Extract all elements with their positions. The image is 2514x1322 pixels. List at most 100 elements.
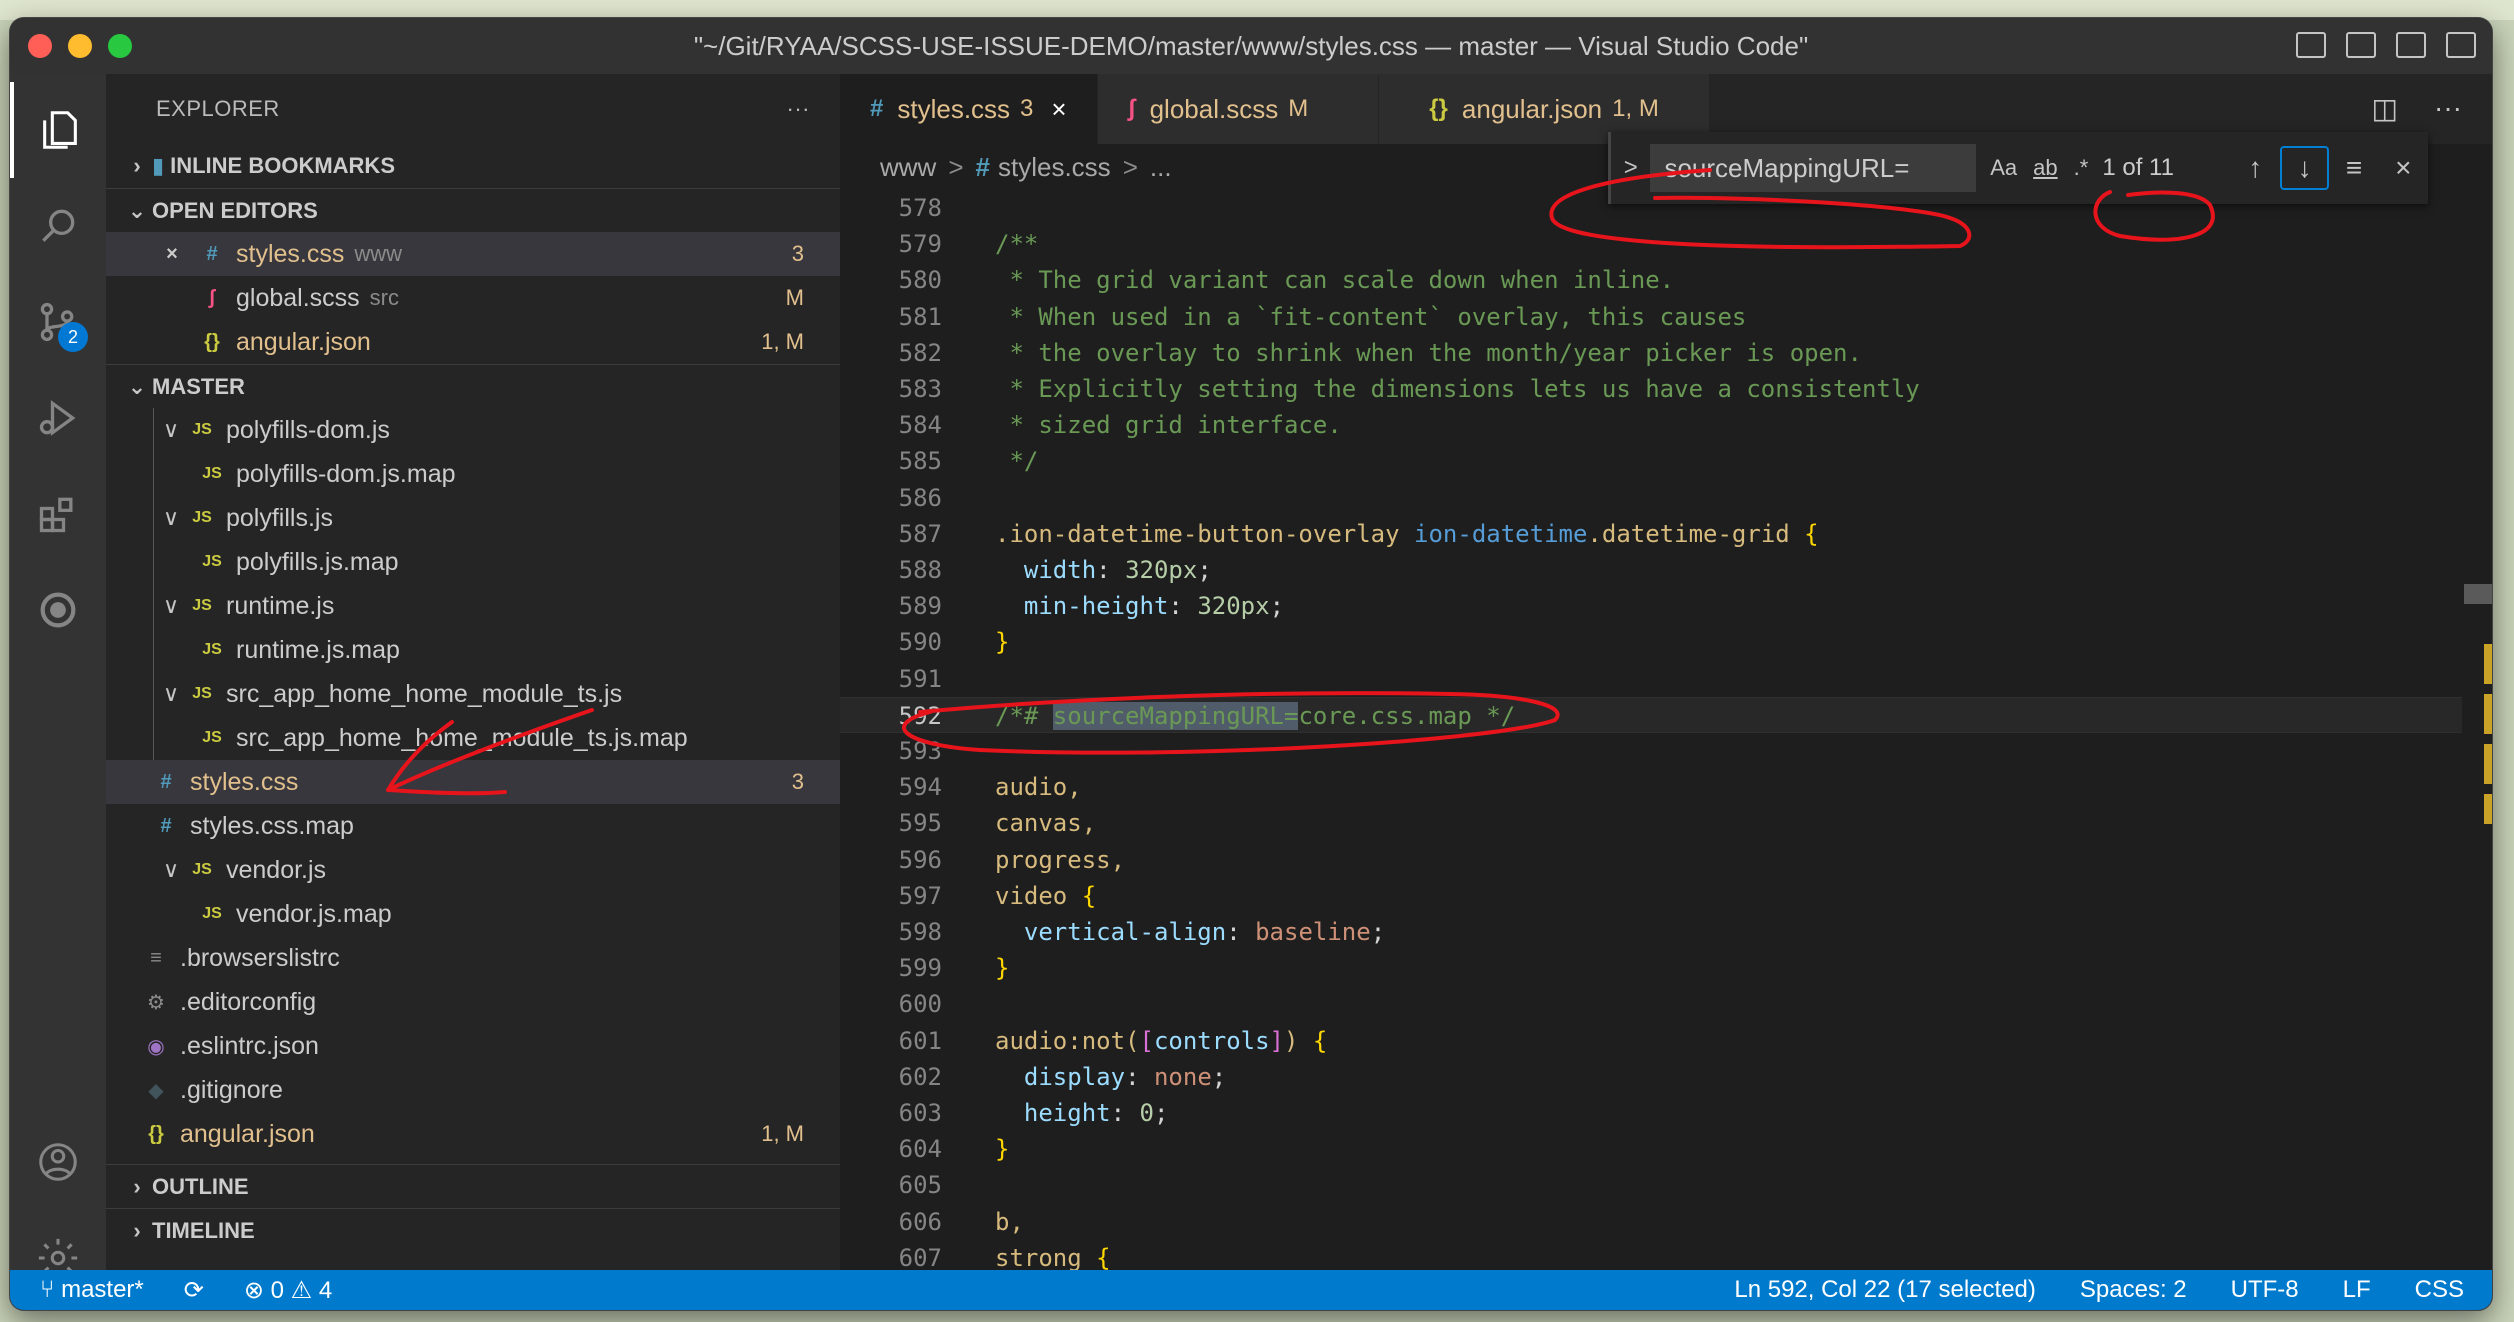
code-line[interactable]: 602 display: none; — [840, 1059, 2462, 1095]
match-case-icon[interactable]: Aa — [1990, 155, 2017, 181]
code-line[interactable]: 588 width: 320px; — [840, 552, 2462, 588]
tree-item-styles-css-map[interactable]: # styles.css.map — [106, 804, 840, 848]
section-outline[interactable]: › OUTLINE — [106, 1164, 840, 1208]
file-encoding[interactable]: UTF-8 — [2231, 1276, 2299, 1304]
code-line[interactable]: 599} — [840, 950, 2462, 986]
indentation[interactable]: Spaces: 2 — [2080, 1276, 2187, 1304]
remote-icon[interactable] — [10, 562, 106, 658]
code-line[interactable]: 586 — [840, 480, 2462, 516]
code-line[interactable]: 607 strong { — [840, 1240, 2462, 1270]
breadcrumb-symbols[interactable]: ... — [1150, 152, 1172, 183]
tree-item-styles-css[interactable]: # styles.css 3 — [106, 760, 840, 804]
tree-item-polyfills-js-map[interactable]: JS polyfills.js.map — [106, 540, 840, 584]
close-find-icon[interactable]: × — [2379, 146, 2428, 190]
tree-item-polyfills-js[interactable]: ∨ JS polyfills.js — [106, 496, 840, 540]
account-icon[interactable] — [10, 1114, 106, 1210]
code-line[interactable]: 603 height: 0; — [840, 1095, 2462, 1131]
tab-styles-css[interactable]: # styles.css 3 × — [840, 74, 1098, 144]
code-line[interactable]: 595 canvas, — [840, 805, 2462, 841]
previous-match-icon[interactable]: ↑ — [2231, 146, 2280, 190]
code-line[interactable]: 585 */ — [840, 443, 2462, 479]
code-line[interactable]: 598 vertical-align: baseline; — [840, 914, 2462, 950]
next-match-icon[interactable]: ↓ — [2279, 146, 2330, 190]
find-input[interactable]: sourceMappingURL= — [1650, 144, 1977, 192]
code-line[interactable]: 606 b, — [840, 1204, 2462, 1240]
tree-item-angular-json[interactable]: {} angular.json 1, M — [106, 1112, 840, 1156]
code-line[interactable]: 601 audio:not([controls]) { — [840, 1023, 2462, 1059]
section-open-editors[interactable]: ⌄ OPEN EDITORS — [106, 188, 840, 232]
tree-item-src-app-home-js-map[interactable]: JS src_app_home_home_module_ts.js.map — [106, 716, 840, 760]
close-icon[interactable]: × — [156, 243, 188, 266]
tree-item-src-app-home-js[interactable]: ∨ JS src_app_home_home_module_ts.js — [106, 672, 840, 716]
close-window-button[interactable] — [28, 34, 52, 58]
run-debug-icon[interactable] — [10, 370, 106, 466]
breadcrumb-folder[interactable]: www — [880, 152, 936, 183]
open-editor-styles-css[interactable]: × # styles.css www 3 — [106, 232, 840, 276]
sync-icon[interactable]: ⟳ — [184, 1276, 204, 1305]
close-tab-icon[interactable]: × — [1051, 94, 1066, 125]
tree-item-editorconfig[interactable]: ⚙ .editorconfig — [106, 980, 840, 1024]
tree-item-vendor-js[interactable]: ∨ JS vendor.js — [106, 848, 840, 892]
tree-item-runtime-js-map[interactable]: JS runtime.js.map — [106, 628, 840, 672]
open-editor-global-scss[interactable]: ʃ global.scss src M — [106, 276, 840, 320]
code-line[interactable]: 580 * The grid variant can scale down wh… — [840, 262, 2462, 298]
file-name: polyfills-dom.js.map — [236, 459, 456, 488]
use-regex-icon[interactable]: .* — [2074, 155, 2089, 181]
toggle-panel-icon[interactable] — [2346, 32, 2376, 58]
code-line[interactable]: 596 progress, — [840, 842, 2462, 878]
code-line[interactable]: 605 — [840, 1167, 2462, 1203]
code-line[interactable]: 592 /*# sourceMappingURL=core.css.map */ — [840, 696, 2462, 733]
section-master[interactable]: ⌄ MASTER — [106, 364, 840, 408]
breadcrumb-file[interactable]: styles.css — [998, 152, 1111, 183]
tree-item-gitignore[interactable]: ◆ .gitignore — [106, 1068, 840, 1112]
source-control-icon[interactable]: 2 — [10, 274, 106, 370]
code-line[interactable]: 594 audio, — [840, 769, 2462, 805]
open-editor-angular-json[interactable]: {} angular.json 1, M — [106, 320, 840, 364]
code-line[interactable]: 579 /** — [840, 226, 2462, 262]
code-line[interactable]: 587 .ion-datetime-button-overlay ion-date… — [840, 516, 2462, 552]
tab-git-status: M — [1288, 95, 1309, 122]
code-line[interactable]: 584 * sized grid interface. — [840, 407, 2462, 443]
tree-item-polyfills-dom-js-map[interactable]: JS polyfills-dom.js.map — [106, 452, 840, 496]
section-timeline[interactable]: › TIMELINE — [106, 1208, 840, 1252]
code-line[interactable]: 593 — [840, 733, 2462, 769]
match-whole-word-icon[interactable]: ab — [2033, 155, 2057, 181]
language-mode[interactable]: CSS — [2415, 1276, 2464, 1304]
line-number: 591 — [898, 664, 942, 693]
tab-global-scss[interactable]: ʃ global.scss M — [1097, 74, 1380, 144]
toggle-sidebar-icon[interactable] — [2296, 32, 2326, 58]
cursor-position[interactable]: Ln 592, Col 22 (17 selected) — [1734, 1276, 2036, 1304]
code-line[interactable]: 583 * Explicitly setting the dimensions … — [840, 371, 2462, 407]
tree-item-vendor-js-map[interactable]: JS vendor.js.map — [106, 892, 840, 936]
split-editor-icon[interactable]: ◫ — [2372, 92, 2398, 125]
maximize-window-button[interactable] — [108, 34, 132, 58]
git-branch[interactable]: ⑂ master* — [40, 1276, 144, 1304]
section-inline-bookmarks[interactable]: › ▮ INLINE BOOKMARKS — [106, 144, 840, 188]
code-line[interactable]: 581 * When used in a `fit-content` overl… — [840, 299, 2462, 335]
code-line[interactable]: 597 video { — [840, 878, 2462, 914]
search-icon[interactable] — [10, 178, 106, 274]
toggle-replace-icon[interactable]: > — [1611, 154, 1650, 182]
tree-item-polyfills-dom-js[interactable]: ∨ JS polyfills-dom.js — [106, 408, 840, 452]
code-line[interactable]: 582 * the overlay to shrink when the mon… — [840, 335, 2462, 371]
tree-item-browserslistrc[interactable]: ≡ .browserslistrc — [106, 936, 840, 980]
problems-indicator[interactable]: ⊗ 0 ⚠ 4 — [244, 1276, 332, 1305]
tree-item-eslintrc-json[interactable]: ◉ .eslintrc.json — [106, 1024, 840, 1068]
find-in-selection-icon[interactable]: ≡ — [2329, 146, 2378, 190]
minimize-window-button[interactable] — [68, 34, 92, 58]
tree-item-runtime-js[interactable]: ∨ JS runtime.js — [106, 584, 840, 628]
toggle-secondary-sidebar-icon[interactable] — [2396, 32, 2426, 58]
code-editor[interactable]: 578 579 /** 580 * The grid variant can scal… — [840, 190, 2492, 1270]
scrollbar-thumb[interactable] — [2464, 584, 2492, 604]
customize-layout-icon[interactable] — [2446, 32, 2476, 58]
code-line[interactable]: 591 — [840, 661, 2462, 697]
end-of-line[interactable]: LF — [2343, 1276, 2371, 1304]
explorer-more-icon[interactable]: ··· — [787, 96, 810, 122]
code-line[interactable]: 604} — [840, 1131, 2462, 1167]
code-line[interactable]: 590} — [840, 624, 2462, 660]
code-line[interactable]: 589 min-height: 320px; — [840, 588, 2462, 624]
more-actions-icon[interactable]: ··· — [2434, 92, 2462, 125]
code-line[interactable]: 600 — [840, 986, 2462, 1022]
explorer-icon[interactable] — [10, 82, 106, 178]
extensions-icon[interactable] — [10, 466, 106, 562]
